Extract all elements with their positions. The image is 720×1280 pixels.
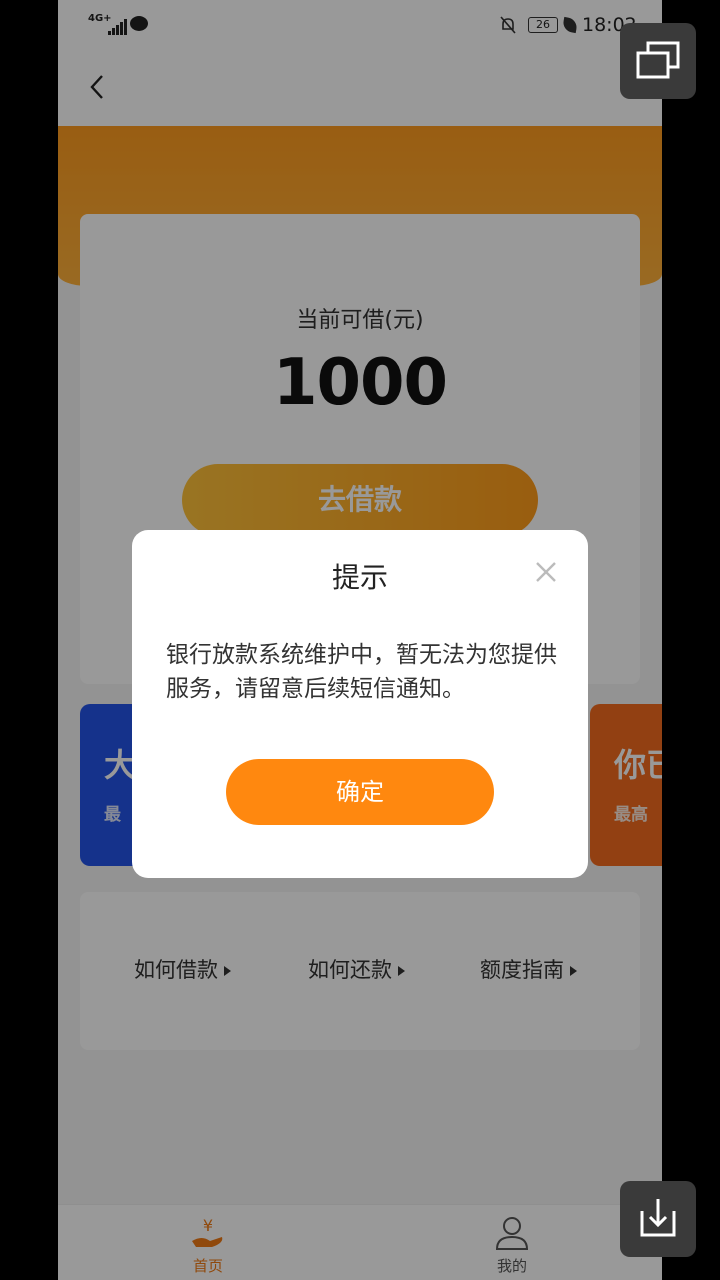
floating-window-button[interactable]	[620, 23, 696, 99]
confirm-button[interactable]: 确定	[226, 759, 494, 825]
close-icon[interactable]	[534, 560, 558, 584]
floating-download-button[interactable]	[620, 1181, 696, 1257]
dialog-title: 提示	[331, 561, 388, 594]
dialog-message: 银行放款系统维护中，暂无法为您提供服务，请留意后续短信通知。	[166, 642, 557, 702]
download-icon	[640, 1199, 676, 1237]
phone-screen: 4G+ 26 18:02 当前可借(元) 1000 去借款 大 最 你已 最高 …	[58, 0, 662, 1280]
alert-dialog: 提示 银行放款系统维护中，暂无法为您提供服务，请留意后续短信通知。 确定	[132, 530, 588, 878]
window-restore-icon	[636, 41, 680, 79]
